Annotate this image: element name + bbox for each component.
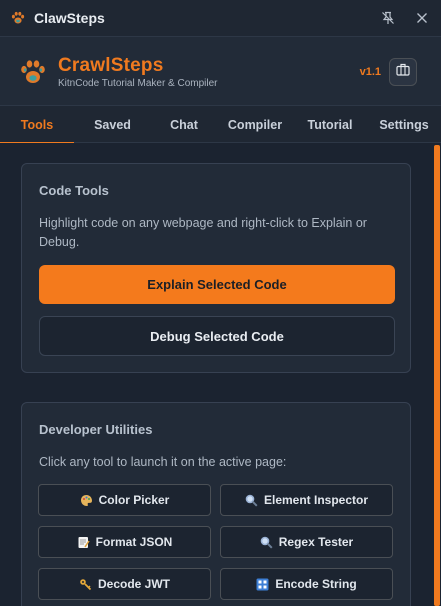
debug-code-button[interactable]: Debug Selected Code [39,316,395,356]
window-titlebar: ClawSteps [0,0,441,36]
regex-tester-button[interactable]: Regex Tester [220,526,393,558]
tab-compiler[interactable]: Compiler [217,106,293,143]
encode-string-button[interactable]: Encode String [220,568,393,600]
developer-utilities-card: Developer Utilities Click any tool to la… [21,402,411,606]
close-icon[interactable] [415,11,429,25]
encode-string-label: Encode String [275,577,357,591]
decode-jwt-label: Decode JWT [97,577,170,591]
keypad-icon [256,578,269,591]
briefcase-icon [396,63,410,81]
format-json-button[interactable]: Format JSON [38,526,211,558]
tab-tutorial[interactable]: Tutorial [293,106,367,143]
brand-name: CrawlSteps [58,55,164,76]
dev-utils-description: Click any tool to launch it on the activ… [39,455,287,469]
brand-subtitle: KitnCode Tutorial Maker & Compiler [58,78,218,89]
color-picker-button[interactable]: Color Picker [38,484,211,516]
decode-jwt-button[interactable]: Decode JWT [38,568,211,600]
scrollbar-thumb[interactable] [434,145,440,606]
unpin-icon[interactable] [381,11,395,25]
explain-code-button[interactable]: Explain Selected Code [39,265,395,304]
tab-saved[interactable]: Saved [74,106,151,143]
brand-block: CrawlSteps KitnCode Tutorial Maker & Com… [58,55,218,89]
palette-icon [80,494,93,507]
tools-panel: Code Tools Highlight code on any webpage… [0,143,441,606]
dev-utils-title: Developer Utilities [39,422,153,437]
tab-bar: Tools Saved Chat Compiler Tutorial Setti… [0,106,441,144]
tab-chat[interactable]: Chat [151,106,217,143]
element-inspector-label: Element Inspector [263,493,369,507]
code-tools-title: Code Tools [39,183,109,198]
regex-tester-label: Regex Tester [278,535,354,549]
format-json-label: Format JSON [95,535,173,549]
magnifier-icon [260,536,273,549]
tab-tools[interactable]: Tools [0,106,74,144]
magnifier-icon [245,494,258,507]
window-title: ClawSteps [34,10,105,26]
code-tools-description: Highlight code on any webpage and right-… [39,216,367,249]
extension-panel: CrawlSteps KitnCode Tutorial Maker & Com… [0,36,441,606]
content-scrollbar[interactable] [433,143,441,606]
color-picker-label: Color Picker [98,493,170,507]
memo-icon [77,536,90,549]
app-header: CrawlSteps KitnCode Tutorial Maker & Com… [0,36,441,106]
element-inspector-button[interactable]: Element Inspector [220,484,393,516]
tab-settings[interactable]: Settings [367,106,441,143]
key-icon [79,578,92,591]
briefcase-button[interactable] [389,58,417,86]
window-actions [381,0,429,36]
version-label: v1.1 [359,66,381,78]
code-tools-card: Code Tools Highlight code on any webpage… [21,163,411,373]
paw-icon [10,10,26,26]
paw-logo-icon [18,57,48,87]
